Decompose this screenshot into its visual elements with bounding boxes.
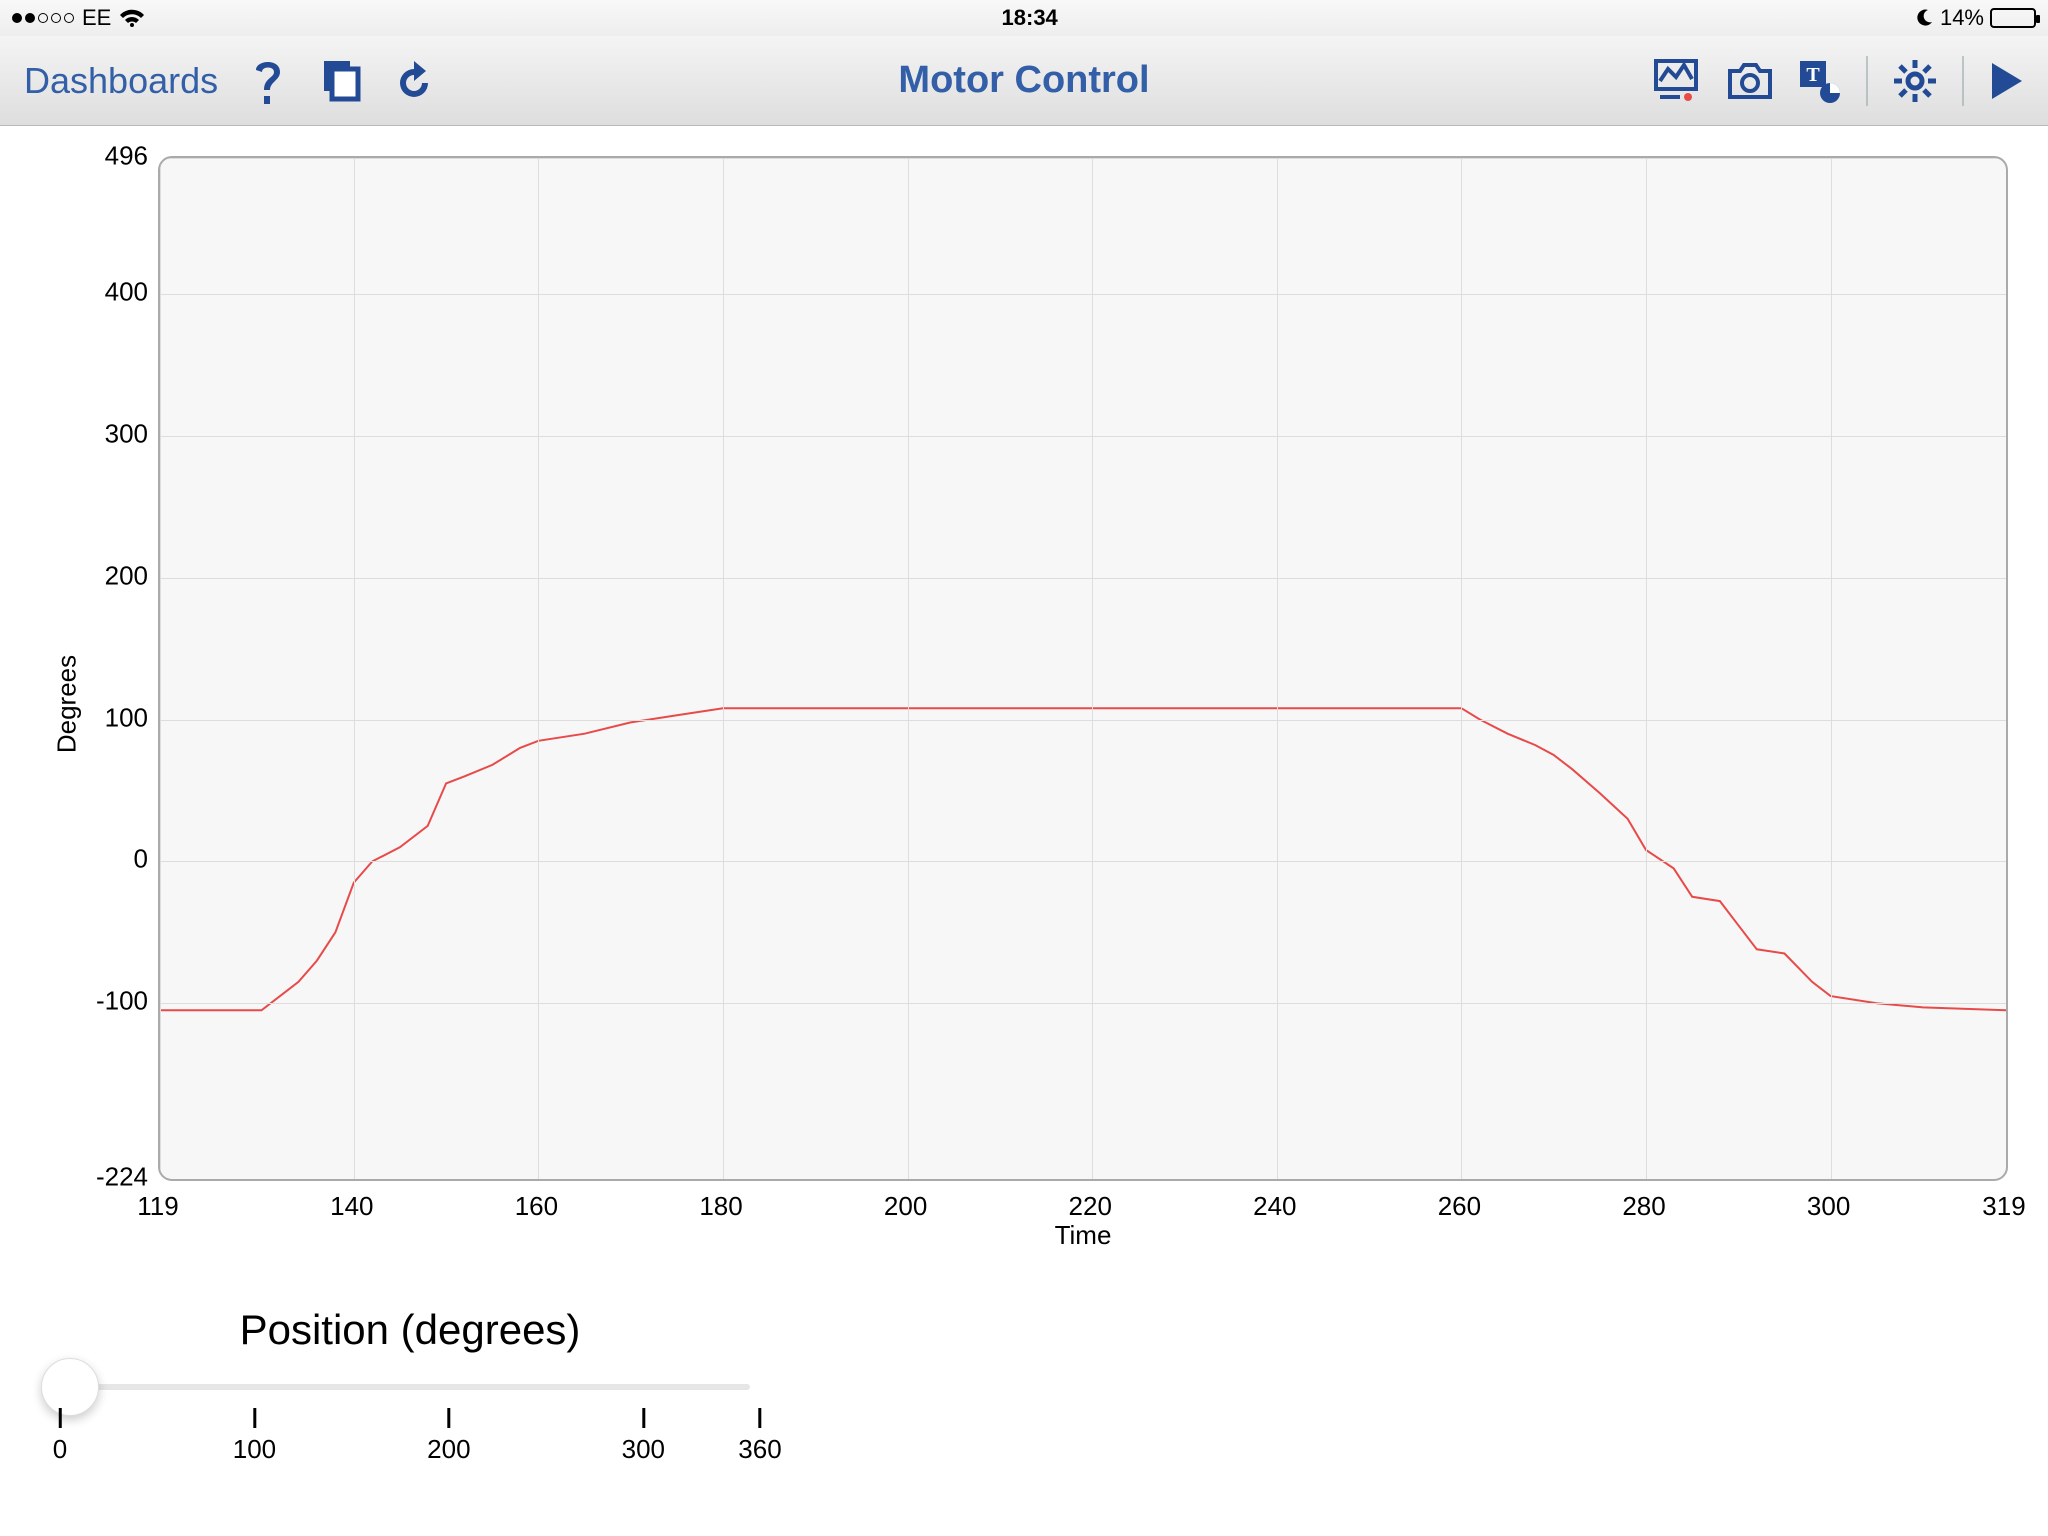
slider-tick: 300 (622, 1408, 665, 1465)
xtick: 300 (1807, 1191, 1850, 1222)
status-right: 14% (1914, 5, 2036, 31)
camera-icon[interactable] (1726, 61, 1774, 101)
status-bar: EE 18:34 14% (0, 0, 2048, 36)
chart-xlabel: Time (158, 1220, 2008, 1251)
chart-type-icon[interactable] (1654, 59, 1702, 103)
status-carrier: EE (82, 5, 111, 31)
nav-right: T (1654, 56, 2024, 106)
battery-icon (1990, 8, 2036, 28)
help-icon[interactable] (250, 56, 286, 106)
chart-xticks: 119140160180200220240260280300319 (158, 1191, 2008, 1221)
chart-plot[interactable] (158, 156, 2008, 1181)
duplicate-icon[interactable] (318, 59, 362, 103)
undo-icon[interactable] (394, 59, 438, 103)
ytick: -100 (96, 986, 148, 1017)
play-icon[interactable] (1988, 61, 2024, 101)
text-overlay-icon[interactable]: T (1798, 59, 1842, 103)
slider-tick: 360 (738, 1408, 781, 1465)
status-battery-pct: 14% (1940, 5, 1984, 31)
ytick: 300 (105, 418, 148, 449)
xtick: 260 (1438, 1191, 1481, 1222)
ytick: -224 (96, 1162, 148, 1193)
status-left: EE (12, 5, 145, 31)
slider-title: Position (degrees) (60, 1306, 760, 1354)
svg-text:T: T (1806, 64, 1820, 86)
xtick: 240 (1253, 1191, 1296, 1222)
chart: Degrees 4964003002001000-100-224 1191401… (28, 156, 2008, 1251)
slider-tick: 100 (233, 1408, 276, 1465)
status-time: 18:34 (1002, 5, 1058, 31)
nav-bar: Dashboards Motor Control T (0, 36, 2048, 126)
xtick: 220 (1069, 1191, 1112, 1222)
moon-icon (1914, 8, 1934, 28)
slider-track[interactable] (70, 1384, 750, 1390)
nav-left: Dashboards (24, 56, 438, 106)
xtick: 119 (137, 1191, 178, 1222)
xtick: 180 (699, 1191, 742, 1222)
separator (1962, 56, 1964, 106)
slider-tick: 200 (427, 1408, 470, 1465)
xtick: 160 (515, 1191, 558, 1222)
ytick: 0 (134, 844, 148, 875)
position-slider: Position (degrees) 0100200300360 (60, 1306, 760, 1478)
gear-icon[interactable] (1892, 58, 1938, 104)
main: Degrees 496 400 300 200 100 0 -100 -224 119 140 1… (0, 126, 2048, 1536)
slider-tick: 0 (53, 1408, 67, 1465)
dashboards-button[interactable]: Dashboards (24, 60, 218, 102)
ytick: 100 (105, 702, 148, 733)
xtick: 140 (330, 1191, 373, 1222)
ytick: 400 (105, 277, 148, 308)
ytick: 496 (105, 141, 148, 172)
xtick: 280 (1622, 1191, 1665, 1222)
xtick: 319 (1982, 1191, 2025, 1222)
slider-ticks: 0100200300360 (60, 1408, 760, 1478)
chart-ylabel: Degrees (52, 654, 83, 752)
wifi-icon (119, 8, 145, 28)
xtick: 200 (884, 1191, 927, 1222)
signal-dots-icon (12, 13, 74, 23)
ytick: 200 (105, 560, 148, 591)
separator (1866, 56, 1868, 106)
chart-yticks: 4964003002001000-100-224 (82, 156, 152, 1251)
